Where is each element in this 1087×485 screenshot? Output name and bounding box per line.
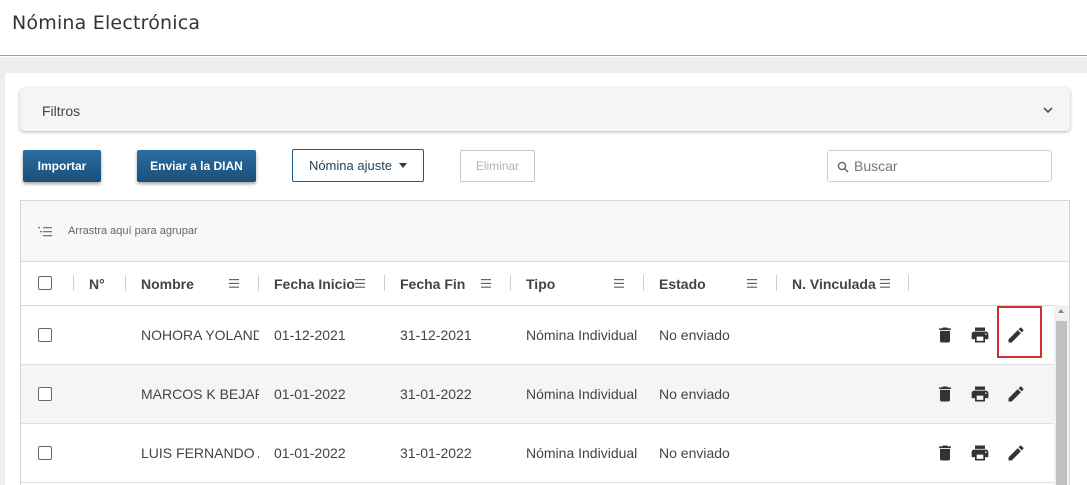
table-row[interactable]: NOHORA YOLANDA 01-12-2021 31-12-2021 Nóm… [21,306,1055,365]
trash-icon[interactable] [935,443,955,463]
caret-down-icon [399,163,408,168]
cell-end-date: 31-01-2022 [400,386,472,402]
scroll-up-arrow-icon[interactable] [1058,309,1064,313]
row-checkbox[interactable] [38,328,52,342]
search-box[interactable] [827,150,1052,182]
cell-start-date: 01-01-2022 [274,445,346,461]
send-dian-button[interactable]: Enviar a la DIAN [137,150,256,182]
adjustment-label: Nómina ajuste [308,158,393,173]
payroll-grid: Arrastra aquí para agrupar N° Nombre Fec… [20,200,1070,485]
group-list-icon [38,227,52,237]
select-all-checkbox[interactable] [38,276,52,290]
filters-panel[interactable]: Filtros [20,88,1070,131]
trash-icon[interactable] [935,325,955,345]
cell-status: No enviado [659,386,730,402]
search-icon [837,161,849,173]
column-type[interactable]: Tipo [526,262,555,306]
page-title: Nómina Electrónica [12,12,201,34]
cell-status: No enviado [659,327,730,343]
trash-icon[interactable] [935,384,955,404]
column-number[interactable]: N° [89,262,105,306]
group-panel[interactable]: Arrastra aquí para agrupar [21,201,1069,262]
printer-icon[interactable] [970,443,990,463]
column-separator [776,275,777,291]
column-separator [908,275,909,291]
column-separator [73,275,74,291]
column-separator [258,275,259,291]
pencil-icon[interactable] [1006,384,1026,404]
table-row[interactable]: LUIS FERNANDO AR 01-01-2022 31-01-2022 N… [21,424,1055,483]
column-menu-icon[interactable] [229,279,239,288]
column-menu-icon[interactable] [481,279,491,288]
column-separator [384,275,385,291]
table-row[interactable]: MARCOS K BEJARANO 01-01-2022 31-01-2022 … [21,365,1055,424]
column-name[interactable]: Nombre [141,262,194,306]
row-checkbox[interactable] [38,387,52,401]
cell-start-date: 01-12-2021 [274,327,346,343]
cell-end-date: 31-01-2022 [400,445,472,461]
cell-start-date: 01-01-2022 [274,386,346,402]
grid-header: N° Nombre Fecha Inicio Fecha Fin Tipo Es… [21,262,1069,306]
column-separator [125,275,126,291]
column-separator [510,275,511,291]
edit-highlight-box [997,306,1042,358]
scroll-thumb[interactable] [1056,321,1067,485]
cell-name: NOHORA YOLANDA [141,327,259,343]
grid-scrollbar[interactable] [1054,305,1069,485]
column-menu-icon[interactable] [747,279,757,288]
cell-end-date: 31-12-2021 [400,327,472,343]
column-menu-icon[interactable] [355,279,365,288]
cell-name: LUIS FERNANDO AR [141,445,259,461]
page-header: Nómina Electrónica [0,0,1087,56]
column-status[interactable]: Estado [659,262,706,306]
column-linked[interactable]: N. Vinculada [792,262,876,306]
delete-button[interactable]: Eliminar [460,150,535,182]
cell-type: Nómina Individual [526,445,638,461]
row-checkbox[interactable] [38,446,52,460]
search-input[interactable] [854,151,1044,181]
column-separator [643,275,644,291]
printer-icon[interactable] [970,325,990,345]
group-hint: Arrastra aquí para agrupar [68,225,198,237]
cell-name: MARCOS K BEJARANO [141,386,259,402]
column-menu-icon[interactable] [880,279,890,288]
import-button[interactable]: Importar [23,150,101,182]
cell-type: Nómina Individual [526,327,638,343]
column-start-date[interactable]: Fecha Inicio [274,262,355,306]
printer-icon[interactable] [970,384,990,404]
adjustment-dropdown-button[interactable]: Nómina ajuste [292,149,424,182]
chevron-down-icon[interactable] [1042,104,1054,116]
cell-type: Nómina Individual [526,386,638,402]
column-end-date[interactable]: Fecha Fin [400,262,465,306]
column-menu-icon[interactable] [614,279,624,288]
pencil-icon[interactable] [1006,443,1026,463]
filters-label: Filtros [42,103,81,119]
cell-status: No enviado [659,445,730,461]
